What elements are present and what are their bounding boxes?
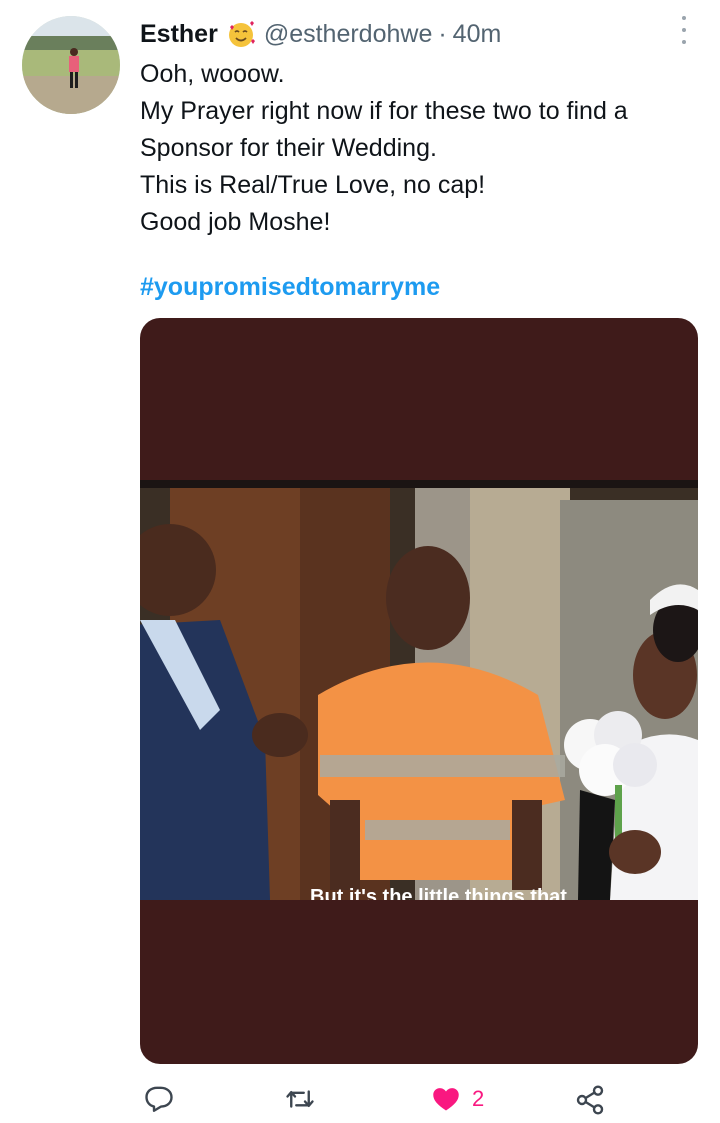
- tweet-line: My Prayer right now if for these two to …: [140, 97, 628, 125]
- heart-icon: [433, 1088, 459, 1111]
- tweet-line: Good job Moshe!: [140, 208, 331, 236]
- video-media[interactable]: But it's the little things that: [140, 318, 698, 1064]
- retweet-button[interactable]: [284, 1084, 316, 1114]
- share-button[interactable]: [574, 1084, 606, 1116]
- separator: ·: [438, 19, 447, 48]
- share-icon: [576, 1085, 604, 1115]
- reply-icon: [145, 1086, 173, 1112]
- smiling-face-with-hearts-icon: [226, 19, 256, 49]
- retweet-icon: [286, 1090, 314, 1108]
- like-count: 2: [472, 1086, 485, 1111]
- avatar[interactable]: [22, 16, 120, 114]
- like-button[interactable]: 2: [430, 1084, 484, 1114]
- tweet-line: Ooh, wooow.: [140, 60, 285, 88]
- tweet-text: Ooh, wooow. My Prayer right now if for t…: [140, 56, 700, 241]
- tweet: Esther @estherdohwe · 40m Ooh, wooow. My…: [0, 0, 720, 1123]
- tweet-header: Esther @estherdohwe · 40m: [140, 14, 501, 54]
- more-options-icon[interactable]: [674, 16, 694, 44]
- author-handle[interactable]: @estherdohwe: [264, 20, 433, 49]
- tweet-line: This is Real/True Love, no cap!: [140, 171, 486, 199]
- video-frame: But it's the little things that: [140, 480, 698, 900]
- hashtag-link[interactable]: #youpromisedtomarryme: [140, 273, 440, 302]
- tweet-actions: 2: [140, 1080, 700, 1120]
- author-name[interactable]: Esther: [140, 20, 218, 49]
- reply-button[interactable]: [144, 1084, 174, 1114]
- video-subtitle: But it's the little things that: [310, 886, 567, 900]
- timestamp[interactable]: 40m: [453, 20, 502, 49]
- tweet-line: Sponsor for their Wedding.: [140, 134, 437, 162]
